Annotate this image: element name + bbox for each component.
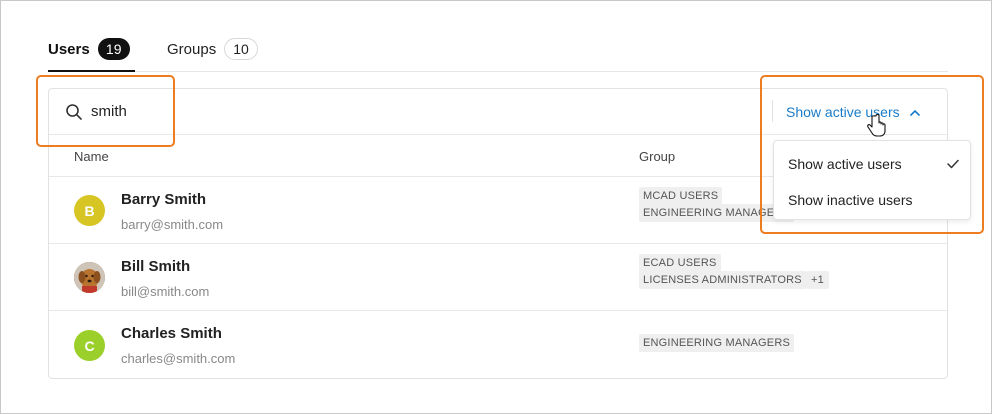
user-name: Bill Smith — [121, 258, 191, 275]
avatar — [74, 262, 105, 293]
group-tag: ENGINEERING MANAGERS — [639, 204, 795, 222]
hand-cursor-icon — [867, 114, 886, 137]
chevron-up-icon — [909, 109, 920, 116]
user-name: Charles Smith — [121, 325, 222, 342]
group-tag: MCAD USERS — [639, 187, 723, 205]
search-input[interactable]: smith — [91, 103, 127, 120]
tab-users-count-badge: 19 — [97, 38, 130, 60]
dog-photo-icon — [74, 262, 105, 293]
dropdown-item-show-active[interactable]: Show active users — [788, 156, 902, 172]
group-tag: ECAD USERS — [639, 254, 721, 272]
table-row[interactable]: Bill Smith bill@smith.com ECAD USERS LIC… — [49, 243, 947, 310]
column-header-name: Name — [74, 149, 109, 164]
status-filter-dropdown: Show active users Show inactive users — [773, 140, 971, 220]
toolbar-divider — [772, 100, 773, 122]
tab-bar: Users 19 Groups 10 — [48, 30, 948, 72]
tab-users[interactable]: Users 19 — [48, 34, 130, 64]
user-email: bill@smith.com — [121, 284, 210, 299]
user-email: charles@smith.com — [121, 351, 236, 366]
tab-groups-count-badge: 10 — [224, 38, 258, 60]
dropdown-item-show-inactive[interactable]: Show inactive users — [788, 192, 913, 208]
group-tag: LICENSES ADMINISTRATORS — [639, 271, 806, 289]
tab-groups-label: Groups — [167, 40, 217, 58]
avatar: B — [74, 195, 105, 226]
column-header-group: Group — [639, 149, 676, 164]
table-row[interactable]: C Charles Smith charles@smith.com ENGINE… — [49, 310, 947, 377]
search-icon — [66, 104, 82, 120]
active-tab-underline — [48, 70, 135, 72]
users-panel: smith Show active users Name Group B Bar… — [48, 88, 948, 379]
group-tag: ENGINEERING MANAGERS — [639, 334, 795, 352]
tab-users-label: Users — [48, 40, 90, 58]
user-name: Barry Smith — [121, 191, 207, 208]
tab-groups[interactable]: Groups 10 — [167, 34, 258, 64]
users-toolbar: smith Show active users — [49, 89, 947, 135]
check-icon — [947, 159, 959, 169]
avatar-letter: B — [84, 202, 95, 219]
avatar-letter: C — [84, 337, 95, 354]
show-users-filter-button[interactable]: Show active users — [786, 102, 920, 122]
avatar: C — [74, 330, 105, 361]
more-groups-badge[interactable]: +1 — [806, 271, 829, 289]
user-email: barry@smith.com — [121, 217, 224, 232]
